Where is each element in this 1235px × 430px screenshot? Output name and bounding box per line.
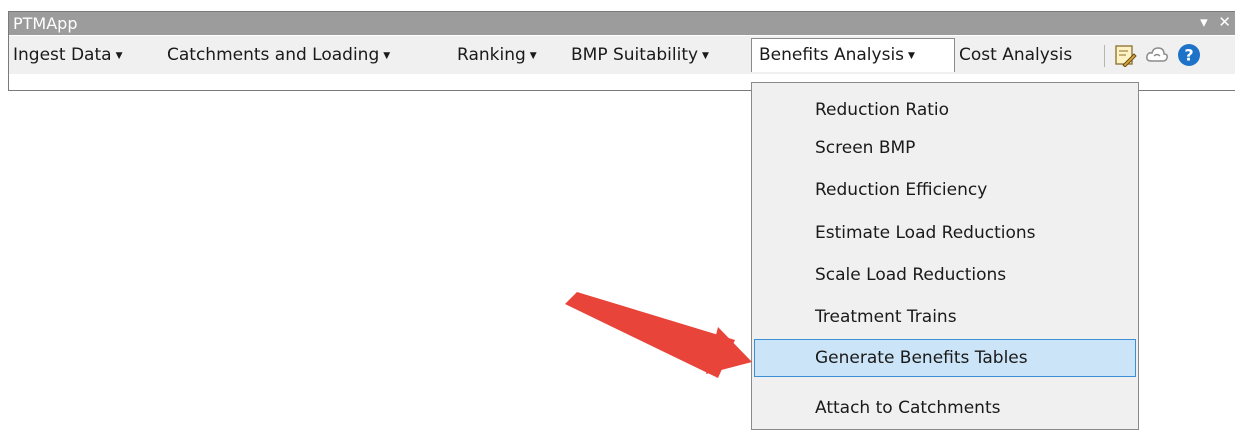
annotation-arrow xyxy=(565,292,752,383)
